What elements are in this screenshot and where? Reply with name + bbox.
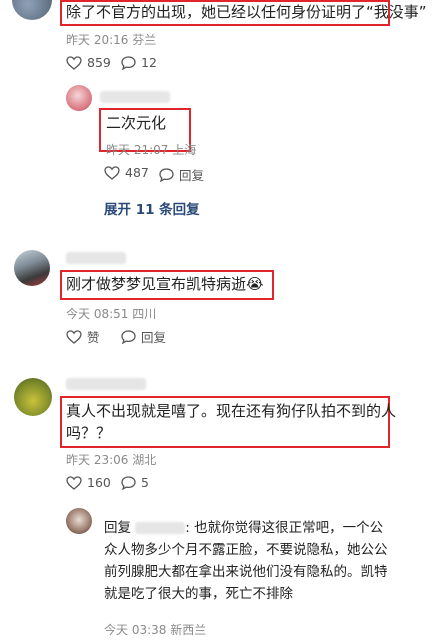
avatar[interactable]: [66, 85, 92, 111]
username-redacted: [66, 252, 126, 264]
comment-meta: 昨天 20:16 芬兰: [66, 33, 157, 47]
reply-text-line: 回复 : 也就你觉得这很正常吧，一个公: [104, 517, 383, 539]
like-count: 859: [87, 55, 111, 70]
comment-text: 二次元化: [106, 114, 167, 132]
heart-icon: [104, 165, 120, 180]
comment-bubble-icon: [159, 167, 174, 182]
reply-text-line: 前列腺肥大都在拿出来说他们没有隐私的。凯特: [104, 564, 388, 580]
like-button[interactable]: 赞: [66, 327, 100, 346]
username-redacted: [135, 522, 186, 534]
avatar[interactable]: [12, 0, 52, 20]
like-count: 487: [125, 165, 149, 180]
reply-label: 回复: [179, 168, 205, 183]
username-redacted: [100, 91, 170, 103]
like-button[interactable]: 160: [66, 475, 111, 490]
reply-label: 回复: [141, 330, 167, 345]
heart-icon: [66, 329, 82, 344]
comment-text: 除了不官方的出现，她已经以任何身份证明了“我没事”: [66, 3, 427, 21]
avatar[interactable]: [14, 378, 52, 416]
comment-bubble-icon: [121, 475, 136, 490]
reply-count: 12: [141, 55, 157, 70]
like-count: 160: [87, 475, 111, 490]
like-label: 赞: [87, 330, 100, 345]
comment-text-line: 吗？？: [66, 424, 112, 442]
reply-button[interactable]: 5: [121, 475, 149, 490]
comment-text-body: 刚才做梦梦见宣布凯特病逝: [66, 275, 247, 293]
avatar[interactable]: [66, 508, 92, 534]
comment-text: 刚才做梦梦见宣布凯特病逝😭: [66, 273, 264, 295]
comment-meta: 今天 08:51 四川: [66, 307, 157, 321]
like-button[interactable]: 859: [66, 55, 111, 70]
like-button[interactable]: 487: [104, 165, 149, 180]
comment-meta: 昨天 21:07 上海: [106, 143, 197, 157]
reply-prefix: 回复: [104, 520, 131, 536]
avatar[interactable]: [14, 250, 50, 286]
reply-button[interactable]: 回复: [121, 327, 166, 346]
reply-text: : 也就你觉得这很正常吧，一个公: [185, 520, 384, 536]
heart-icon: [66, 55, 82, 70]
username-redacted: [66, 378, 146, 390]
crying-emoji-icon: 😭: [246, 275, 264, 293]
comment-bubble-icon: [121, 329, 136, 344]
reply-text-line: 就是吃了很大的事，死亡不排除: [104, 586, 293, 602]
comment-meta: 昨天 23:06 湖北: [66, 453, 157, 467]
heart-icon: [66, 475, 82, 490]
comment-meta: 今天 03:38 新西兰: [104, 623, 207, 637]
comment-text-line: 真人不出现就是嘻了。现在还有狗仔队拍不到的人: [66, 402, 397, 420]
expand-replies-link[interactable]: 展开 11 条回复: [104, 198, 200, 218]
reply-button[interactable]: 12: [121, 55, 157, 70]
comment-bubble-icon: [121, 55, 136, 70]
reply-button[interactable]: 回复: [159, 165, 204, 184]
reply-text-line: 众人物多少个月不露正脸，不要说隐私，她公公: [104, 542, 388, 558]
reply-count: 5: [141, 475, 149, 490]
